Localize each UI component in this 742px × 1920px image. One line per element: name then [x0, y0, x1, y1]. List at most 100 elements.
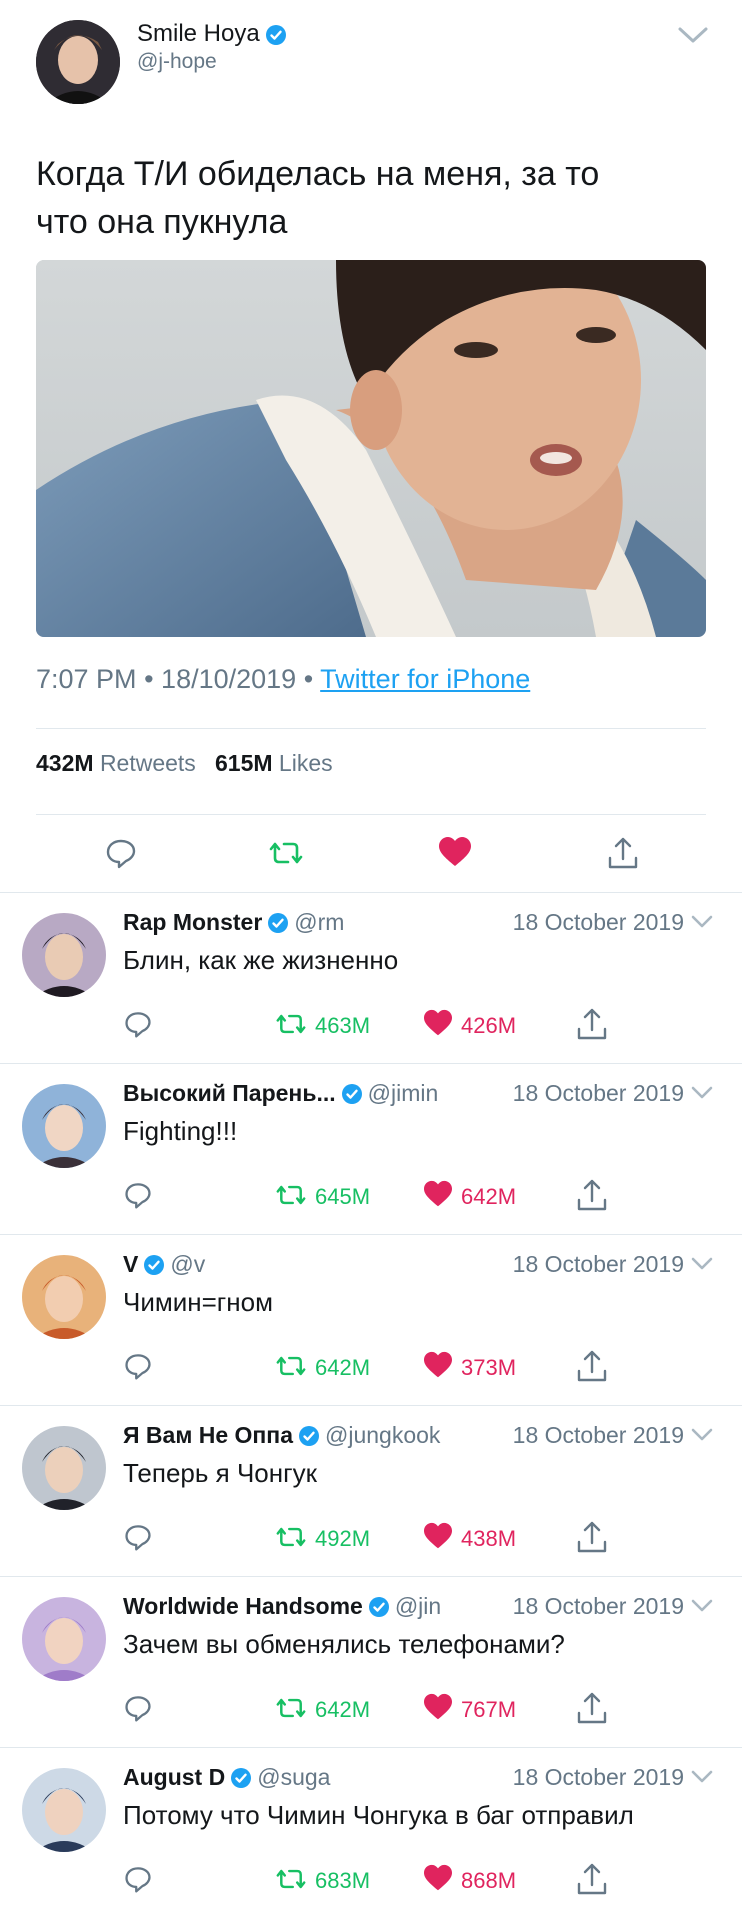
reply-tweet[interactable]: Высокий Парень... @jimin 18 October 2019… — [0, 1064, 742, 1235]
author-name[interactable]: Smile Hoya — [137, 20, 260, 48]
tweet-text-line: Когда Т/И обиделась на меня, за то — [36, 155, 600, 193]
share-icon[interactable] — [575, 1860, 609, 1903]
author-name-row[interactable]: Smile Hoya — [137, 20, 286, 48]
chevron-down-icon[interactable] — [690, 1597, 714, 1615]
tweet-text-line: что она пукнула — [36, 203, 288, 241]
reply-like-count[interactable]: 438M — [461, 1526, 516, 1552]
reply-action-bar: 642M 373M — [123, 1347, 643, 1387]
reply-icon[interactable] — [123, 1180, 153, 1215]
heart-icon[interactable] — [423, 1864, 453, 1897]
reply-author-handle[interactable]: @rm — [294, 909, 344, 936]
tweet-stats: 432M Retweets 615M Likes — [36, 750, 333, 777]
reply-icon[interactable] — [123, 1009, 153, 1044]
verified-badge-icon — [231, 1767, 252, 1788]
retweet-icon[interactable] — [275, 1693, 307, 1728]
reply-retweet-count[interactable]: 463M — [315, 1013, 370, 1039]
reply-author-name[interactable]: Worldwide Handsome — [123, 1593, 363, 1620]
heart-icon[interactable] — [423, 1180, 453, 1213]
chevron-down-icon[interactable] — [690, 1426, 714, 1444]
reply-text: Зачем вы обменялись телефонами? — [123, 1629, 565, 1659]
share-icon[interactable] — [575, 1689, 609, 1732]
heart-icon[interactable] — [423, 1693, 453, 1726]
reply-author-name[interactable]: Я Вам Не Оппа — [123, 1422, 293, 1449]
reply-author-name[interactable]: Rap Monster — [123, 909, 262, 936]
likes-count[interactable]: 615M — [215, 750, 273, 776]
retweet-icon[interactable] — [275, 1180, 307, 1215]
reply-like-count[interactable]: 642M — [461, 1184, 516, 1210]
share-icon[interactable] — [575, 1005, 609, 1048]
share-button[interactable] — [606, 834, 642, 872]
author-avatar[interactable] — [36, 20, 120, 104]
reply-icon[interactable] — [123, 1864, 153, 1899]
reply-avatar[interactable] — [22, 1768, 106, 1852]
like-button[interactable] — [438, 836, 474, 872]
reply-icon[interactable] — [123, 1351, 153, 1386]
reply-button[interactable] — [104, 836, 140, 872]
reply-action-bar: 683M 868M — [123, 1860, 643, 1900]
chevron-down-icon[interactable] — [690, 1255, 714, 1273]
verified-badge-icon — [368, 1596, 389, 1617]
chevron-down-icon[interactable] — [676, 24, 710, 46]
reply-date: 18 October 2019 — [512, 1593, 684, 1619]
reply-avatar[interactable] — [22, 1597, 106, 1681]
reply-retweet-count[interactable]: 642M — [315, 1697, 370, 1723]
reply-author-handle[interactable]: @v — [170, 1251, 205, 1278]
heart-icon[interactable] — [423, 1351, 453, 1384]
retweet-icon[interactable] — [275, 1864, 307, 1899]
reply-icon[interactable] — [123, 1522, 153, 1557]
chevron-down-icon[interactable] — [690, 913, 714, 931]
author-handle[interactable]: @j-hope — [137, 50, 217, 74]
reply-tweet[interactable]: Я Вам Не Оппа @jungkook 18 October 2019 … — [0, 1406, 742, 1577]
reply-date: 18 October 2019 — [512, 1422, 684, 1448]
likes-label[interactable]: Likes — [279, 750, 333, 776]
heart-icon — [439, 837, 471, 866]
share-icon[interactable] — [575, 1176, 609, 1219]
reply-retweet-count[interactable]: 645M — [315, 1184, 370, 1210]
reply-author-handle[interactable]: @suga — [257, 1764, 330, 1791]
reply-icon — [106, 839, 136, 869]
verified-badge-icon — [144, 1254, 165, 1275]
reply-author-handle[interactable]: @jungkook — [325, 1422, 440, 1449]
reply-like-count[interactable]: 373M — [461, 1355, 516, 1381]
reply-author-name[interactable]: Высокий Парень... — [123, 1080, 336, 1107]
chevron-down-icon[interactable] — [690, 1768, 714, 1786]
reply-avatar[interactable] — [22, 1084, 106, 1168]
share-icon[interactable] — [575, 1518, 609, 1561]
tweet-source-link[interactable]: Twitter for iPhone — [320, 664, 530, 694]
heart-icon[interactable] — [423, 1522, 453, 1555]
reply-author-name[interactable]: August D — [123, 1764, 225, 1791]
reply-avatar[interactable] — [22, 913, 106, 997]
reply-tweet[interactable]: August D @suga 18 October 2019 Потому чт… — [0, 1748, 742, 1919]
chevron-down-icon[interactable] — [690, 1084, 714, 1102]
reply-text: Теперь я Чонгук — [123, 1458, 317, 1488]
heart-icon[interactable] — [423, 1009, 453, 1042]
reply-like-count[interactable]: 767M — [461, 1697, 516, 1723]
retweet-icon[interactable] — [275, 1522, 307, 1557]
retweet-icon[interactable] — [275, 1351, 307, 1386]
reply-author-name[interactable]: V — [123, 1251, 138, 1278]
reply-text: Fighting!!! — [123, 1116, 238, 1146]
reply-author-handle[interactable]: @jin — [395, 1593, 441, 1620]
retweets-label[interactable]: Retweets — [100, 750, 196, 776]
retweets-count[interactable]: 432M — [36, 750, 94, 776]
reply-like-count[interactable]: 426M — [461, 1013, 516, 1039]
reply-author-handle[interactable]: @jimin — [368, 1080, 439, 1107]
tweet-date: 18/10/2019 — [161, 664, 297, 694]
reply-like-count[interactable]: 868M — [461, 1868, 516, 1894]
share-icon[interactable] — [575, 1347, 609, 1390]
reply-tweet[interactable]: Rap Monster @rm 18 October 2019 Блин, ка… — [0, 893, 742, 1064]
reply-avatar[interactable] — [22, 1255, 106, 1339]
reply-icon[interactable] — [123, 1693, 153, 1728]
reply-avatar[interactable] — [22, 1426, 106, 1510]
retweet-button[interactable] — [268, 836, 304, 872]
reply-tweet[interactable]: V @v 18 October 2019 Чимин=гном 642M 373… — [0, 1235, 742, 1406]
retweet-icon[interactable] — [275, 1009, 307, 1044]
reply-retweet-count[interactable]: 642M — [315, 1355, 370, 1381]
tweet-photo[interactable] — [36, 260, 706, 637]
reply-date: 18 October 2019 — [512, 1251, 684, 1277]
reply-retweet-count[interactable]: 683M — [315, 1868, 370, 1894]
verified-badge-icon — [298, 1425, 319, 1446]
verified-badge-icon — [265, 24, 286, 45]
reply-retweet-count[interactable]: 492M — [315, 1526, 370, 1552]
reply-tweet[interactable]: Worldwide Handsome @jin 18 October 2019 … — [0, 1577, 742, 1748]
